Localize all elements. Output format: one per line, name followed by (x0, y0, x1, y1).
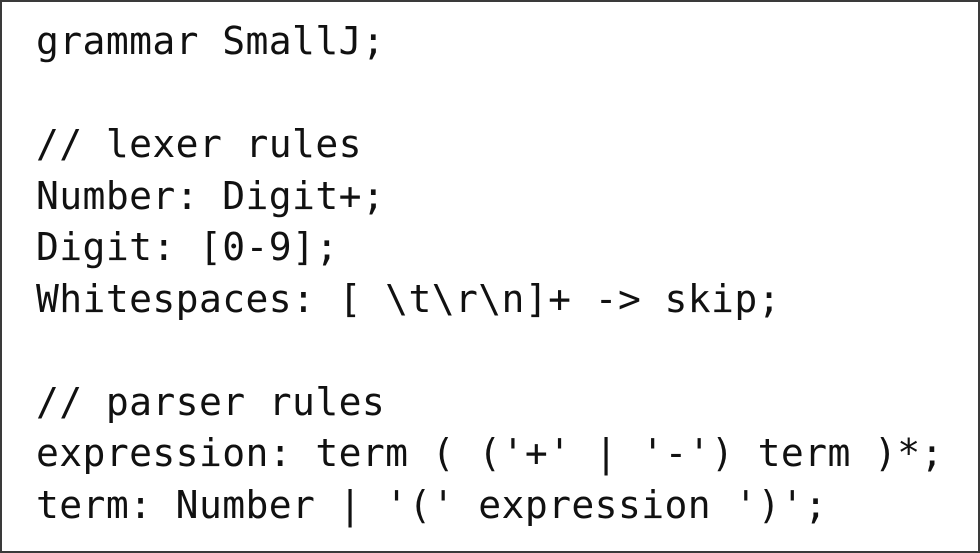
number-rule-line: Number: Digit+; (36, 173, 386, 218)
term-rule-line: term: Number | '(' expression ')'; (36, 482, 828, 527)
digit-rule-line: Digit: [0-9]; (36, 225, 339, 269)
expression-rule-line: expression: term ( ('+' | '-') term )*; (36, 431, 944, 475)
grammar-declaration-line: grammar SmallJ; (36, 19, 386, 63)
parser-rules-comment-line: // parser rules (36, 379, 386, 424)
whitespaces-rule-line: Whitespaces: [ \t\r\n]+ -> skip; (36, 276, 781, 321)
code-frame: grammar SmallJ; // lexer rules Number: D… (0, 0, 980, 553)
lexer-rules-comment-line: // lexer rules (36, 122, 362, 166)
